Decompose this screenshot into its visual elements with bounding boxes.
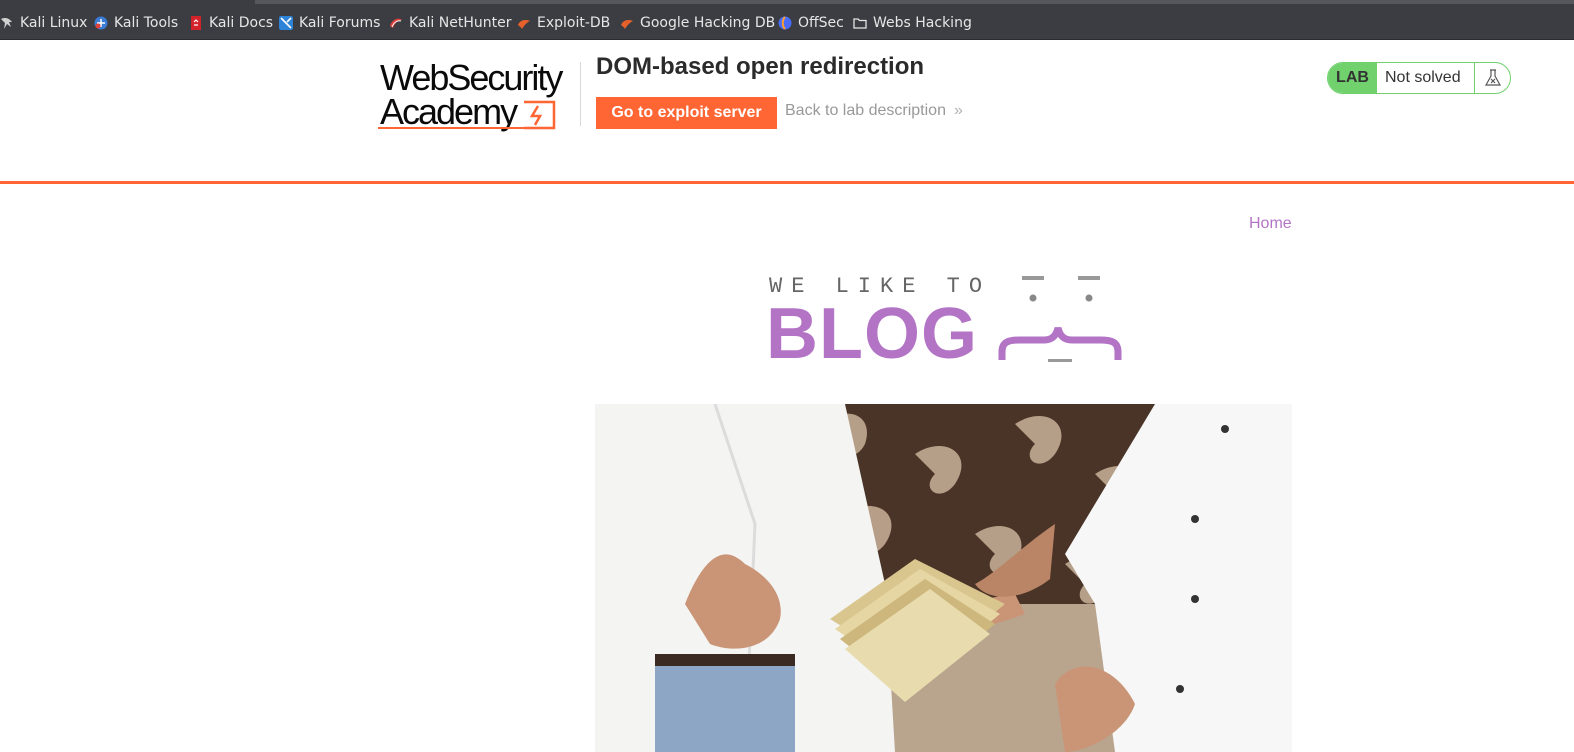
bookmark-kali-nethunter[interactable]: Kali NetHunter (389, 13, 511, 33)
lab-status-text: Not solved (1385, 69, 1461, 86)
double-chevron-right-icon: » (953, 102, 963, 119)
lab-status-widget: LAB Not solved (1327, 62, 1511, 94)
offsec-icon (778, 16, 792, 30)
banner-blog-word: BLOG (766, 294, 978, 374)
lab-header: WebSecurity Academy DOM-based open redir… (0, 40, 1574, 184)
bookmark-kali-docs[interactable]: Kali Docs (189, 13, 273, 33)
kali-docs-icon (191, 16, 201, 30)
blog-post-hero-image (595, 404, 1292, 752)
bookmark-exploit-db[interactable]: Exploit-DB (517, 13, 610, 33)
header-divider (580, 62, 581, 126)
go-to-exploit-server-button[interactable]: Go to exploit server (596, 97, 777, 129)
bookmark-label: Kali Linux (20, 15, 88, 31)
web-security-academy-logo[interactable]: WebSecurity Academy (378, 58, 578, 138)
ghdb-icon (621, 20, 633, 29)
lab-status-tag: LAB (1328, 63, 1377, 93)
bookmark-kali-tools[interactable]: Kali Tools (94, 13, 178, 33)
bookmark-label: Kali Docs (209, 15, 274, 31)
bookmark-label: Webs Hacking (873, 15, 972, 31)
money-handover-photo (595, 404, 1292, 752)
bookmark-label: Google Hacking DB (640, 15, 776, 31)
blog-face-icon (998, 276, 1122, 362)
bookmark-label: Exploit-DB (537, 15, 611, 31)
tab-strip-edge (255, 0, 1574, 4)
blog-banner-logo: WE LIKE TO BLOG (766, 272, 1126, 372)
bookmark-offsec[interactable]: OffSec (778, 13, 844, 33)
logo-text-line2: Academy (380, 91, 518, 132)
flask-icon (1474, 63, 1510, 93)
nethunter-icon (390, 18, 402, 28)
bookmarks-bar: Kali Linux Kali Tools Kali Docs Kali For… (0, 0, 1574, 40)
bookmark-label: Kali Forums (299, 15, 381, 31)
bookmark-folder-webs-hacking[interactable]: Webs Hacking (853, 13, 972, 33)
kali-forums-icon (279, 16, 293, 30)
kali-tools-icon (94, 16, 108, 30)
bookmark-label: Kali NetHunter (409, 15, 512, 31)
bookmark-google-hacking-db[interactable]: Google Hacking DB (620, 13, 775, 33)
home-link[interactable]: Home (1249, 215, 1292, 233)
bookmark-label: OffSec (798, 15, 844, 31)
logo-underline (378, 127, 538, 129)
bookmark-kali-linux[interactable]: Kali Linux (0, 13, 87, 33)
kali-dragon-icon (1, 18, 12, 29)
bookmark-kali-forums[interactable]: Kali Forums (279, 13, 380, 33)
folder-icon (853, 18, 867, 29)
academy-flag-icon (524, 100, 556, 130)
bookmark-label: Kali Tools (114, 15, 179, 31)
lab-title: DOM-based open redirection (596, 53, 925, 80)
exploit-db-icon (518, 20, 530, 29)
back-link-label: Back to lab description (785, 102, 946, 119)
back-to-lab-description-link[interactable]: Back to lab description » (785, 102, 963, 120)
